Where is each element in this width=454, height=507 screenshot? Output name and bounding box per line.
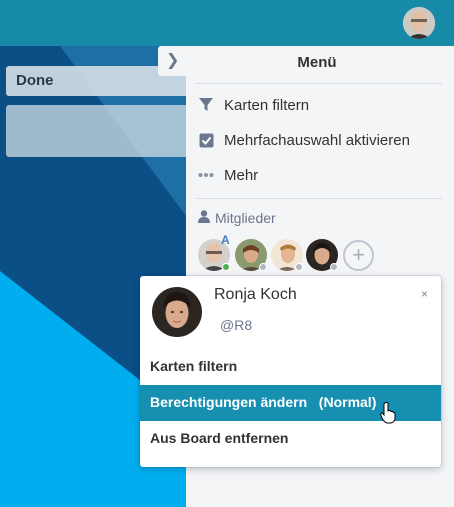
checkbox-icon: [196, 130, 216, 150]
admin-badge: A: [221, 233, 230, 247]
collapse-sidebar-button[interactable]: ❯: [158, 46, 186, 76]
member-popover: Ronja Koch @R8 × Karten filtern Berechti…: [140, 276, 441, 467]
menu-item-label: Mehrfachauswahl aktivieren: [224, 131, 410, 149]
person-icon: [198, 210, 210, 226]
header-bar: [0, 0, 454, 46]
add-member-button[interactable]: +: [343, 240, 374, 271]
members-label: Mitglieder: [215, 210, 276, 226]
chevron-right-icon: ❯: [166, 52, 180, 69]
more-icon: [196, 165, 216, 185]
close-icon[interactable]: ×: [421, 287, 428, 301]
member-avatar[interactable]: [235, 239, 267, 271]
member-name: Ronja Koch: [214, 286, 297, 303]
member-avatar[interactable]: [271, 239, 303, 271]
status-online-icon: [222, 263, 230, 271]
popover-item-filter-cards[interactable]: Karten filtern: [140, 349, 441, 385]
divider: [196, 198, 442, 199]
member-username: @R8: [220, 317, 253, 333]
status-offline-icon: [295, 263, 303, 271]
divider: [196, 83, 442, 84]
list-card-placeholder[interactable]: [6, 105, 188, 157]
filter-icon: [196, 95, 216, 115]
menu-item-label: Mehr: [224, 166, 259, 184]
menu-item-label: Karten filtern: [224, 96, 310, 114]
member-avatar-ronja-koch[interactable]: [306, 239, 338, 271]
members-heading: Mitglieder: [198, 210, 276, 226]
menu-item-multiselect[interactable]: Mehrfachauswahl aktivieren: [196, 128, 410, 152]
menu-item-more[interactable]: Mehr: [196, 163, 258, 187]
menu-item-filter-cards[interactable]: Karten filtern: [196, 93, 309, 117]
hand-cursor-icon: [380, 402, 396, 429]
user-avatar-icon[interactable]: [403, 7, 435, 39]
menu-title: Menü: [297, 54, 337, 71]
status-offline-icon: [330, 263, 338, 271]
member-avatar-large: [152, 287, 202, 337]
status-offline-icon: [259, 263, 267, 271]
